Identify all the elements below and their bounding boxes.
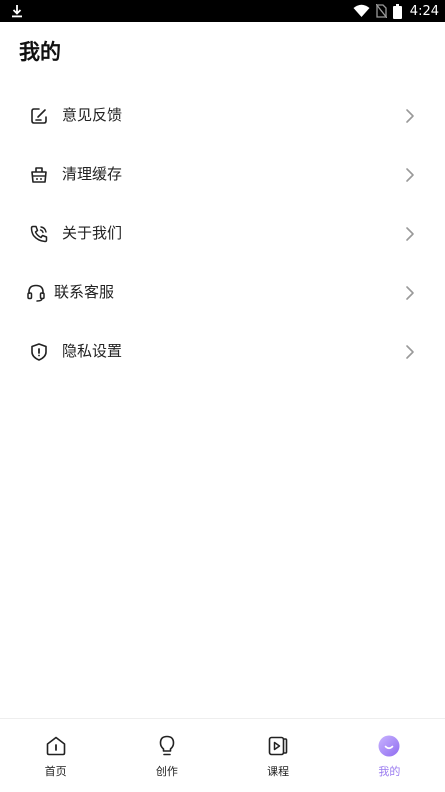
- chevron-right-icon: [406, 109, 414, 123]
- nav-item-create[interactable]: 创作: [111, 719, 222, 792]
- menu-item-about-us[interactable]: 关于我们: [0, 204, 445, 263]
- video-play-icon: [268, 736, 288, 756]
- settings-menu: 意见反馈 清理缓存 关于我们 联系客服 隐私设置: [0, 86, 445, 381]
- menu-item-label: 清理缓存: [62, 165, 123, 183]
- nav-item-home[interactable]: 首页: [0, 719, 111, 792]
- lightbulb-icon: [159, 735, 175, 756]
- battery-icon: [392, 3, 402, 19]
- menu-item-label: 意见反馈: [62, 106, 123, 124]
- chevron-right-icon: [406, 168, 414, 182]
- no-sim-icon: [375, 4, 387, 18]
- nav-item-courses[interactable]: 课程: [223, 719, 334, 792]
- status-bar: 4:24: [0, 0, 445, 22]
- menu-item-privacy-settings[interactable]: 隐私设置: [0, 322, 445, 381]
- chevron-right-icon: [406, 227, 414, 241]
- bottom-nav: 首页 创作 课程 我的: [0, 718, 445, 792]
- nav-item-label: 首页: [44, 765, 67, 778]
- nav-item-label: 我的: [378, 765, 401, 778]
- phone-icon: [30, 225, 48, 243]
- menu-item-clear-cache[interactable]: 清理缓存: [0, 145, 445, 204]
- menu-item-contact-support[interactable]: 联系客服: [0, 263, 445, 322]
- headset-icon: [27, 284, 45, 302]
- chevron-right-icon: [406, 286, 414, 300]
- page-title: 我的: [19, 40, 61, 64]
- home-icon: [46, 736, 65, 756]
- nav-item-label: 创作: [155, 765, 178, 778]
- nav-item-label: 课程: [267, 765, 290, 778]
- status-time: 4:24: [409, 3, 439, 19]
- menu-item-label: 联系客服: [54, 283, 115, 301]
- download-icon: [12, 5, 22, 18]
- feedback-edit-icon: [31, 108, 47, 124]
- nav-item-mine[interactable]: 我的: [334, 719, 445, 792]
- menu-item-label: 隐私设置: [62, 342, 123, 360]
- shield-icon: [31, 343, 47, 361]
- status-icons: 4:24: [353, 0, 439, 22]
- chevron-right-icon: [406, 345, 414, 359]
- basket-icon: [31, 167, 47, 183]
- profile-smile-icon: [378, 735, 400, 757]
- menu-item-feedback[interactable]: 意见反馈: [0, 86, 445, 145]
- wifi-icon: [353, 4, 370, 17]
- menu-item-label: 关于我们: [62, 224, 123, 242]
